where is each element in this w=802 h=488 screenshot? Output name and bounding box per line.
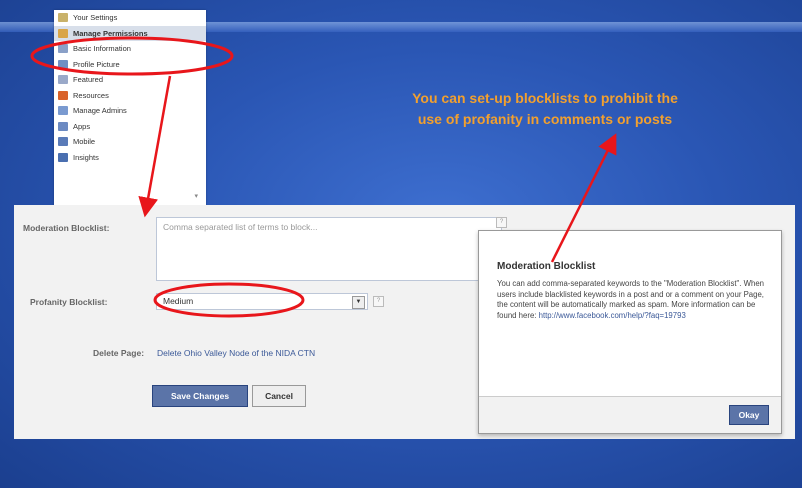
tooltip-help-link[interactable]: http://www.facebook.com/help/?faq=19793 <box>539 311 686 320</box>
moderation-blocklist-placeholder: Comma separated list of terms to block..… <box>163 222 318 232</box>
okay-button[interactable]: Okay <box>729 405 769 425</box>
admins-icon <box>58 106 68 116</box>
delete-page-link[interactable]: Delete Ohio Valley Node of the NIDA CTN <box>157 348 315 358</box>
menu-item-label: Mobile <box>73 137 96 147</box>
menu-item[interactable]: Insights <box>54 150 206 166</box>
mobile-icon <box>58 137 68 147</box>
save-changes-button[interactable]: Save Changes <box>152 385 248 407</box>
tooltip-body: You can add comma-separated keywords to … <box>497 279 767 321</box>
callout-line-1: You can set-up blocklists to prohibit th… <box>412 90 678 106</box>
callout-text: You can set-up blocklists to prohibit th… <box>360 88 730 130</box>
menu-item-label: Basic Information <box>73 44 131 54</box>
profanity-blocklist-select[interactable]: Medium ▼ <box>156 293 368 310</box>
picture-icon <box>58 59 68 69</box>
chevron-down-icon[interactable]: ▼ <box>352 296 365 309</box>
insights-icon <box>58 152 68 162</box>
cancel-button[interactable]: Cancel <box>252 385 306 407</box>
profanity-help-icon[interactable]: ? <box>373 296 384 307</box>
menu-item[interactable]: Resources <box>54 88 206 104</box>
menu-item[interactable]: Mobile <box>54 134 206 150</box>
menu-item-label: Featured <box>73 75 104 85</box>
menu-item[interactable]: Basic Information <box>54 41 206 57</box>
info-icon <box>58 44 68 54</box>
permissions-icon <box>58 28 68 38</box>
menu-item[interactable]: Profile Picture <box>54 57 206 73</box>
callout-line-2: use of profanity in comments or posts <box>417 111 673 127</box>
menu-item-label: Resources <box>73 90 109 100</box>
menu-item[interactable]: Your Settings <box>54 10 206 26</box>
featured-icon <box>58 75 68 85</box>
resources-icon <box>58 90 68 100</box>
menu-item[interactable]: Apps <box>54 119 206 135</box>
menu-item-label: Apps <box>73 121 91 131</box>
settings-icon <box>58 13 68 23</box>
menu-item[interactable]: Manage Permissions <box>54 25 206 41</box>
moderation-blocklist-label: Moderation Blocklist: <box>23 223 110 233</box>
settings-panel: Moderation Blocklist: Comma separated li… <box>14 205 795 439</box>
scroll-down-icon[interactable]: ▾ <box>194 192 198 200</box>
delete-page-label: Delete Page: <box>93 348 145 358</box>
profanity-blocklist-label: Profanity Blocklist: <box>30 297 108 307</box>
menu-item[interactable]: Manage Admins <box>54 103 206 119</box>
menu-item-label: Profile Picture <box>73 59 120 69</box>
settings-menu: Your Settings Manage Permissions Basic Inf… <box>54 10 206 206</box>
menu-item-label: Manage Permissions <box>73 28 148 38</box>
menu-item-label: Manage Admins <box>73 106 127 116</box>
menu-item-label: Your Settings <box>73 13 118 23</box>
tooltip-footer: Okay <box>479 396 781 433</box>
moderation-help-icon[interactable]: ? <box>496 217 507 228</box>
tooltip-title: Moderation Blocklist <box>497 261 596 272</box>
profanity-blocklist-value: Medium <box>163 296 194 306</box>
moderation-tooltip: Moderation Blocklist You can add comma-s… <box>478 230 782 434</box>
apps-icon <box>58 121 68 131</box>
menu-item[interactable]: Featured <box>54 72 206 88</box>
moderation-blocklist-input[interactable]: Comma separated list of terms to block..… <box>156 217 502 281</box>
menu-item-label: Insights <box>73 152 99 162</box>
